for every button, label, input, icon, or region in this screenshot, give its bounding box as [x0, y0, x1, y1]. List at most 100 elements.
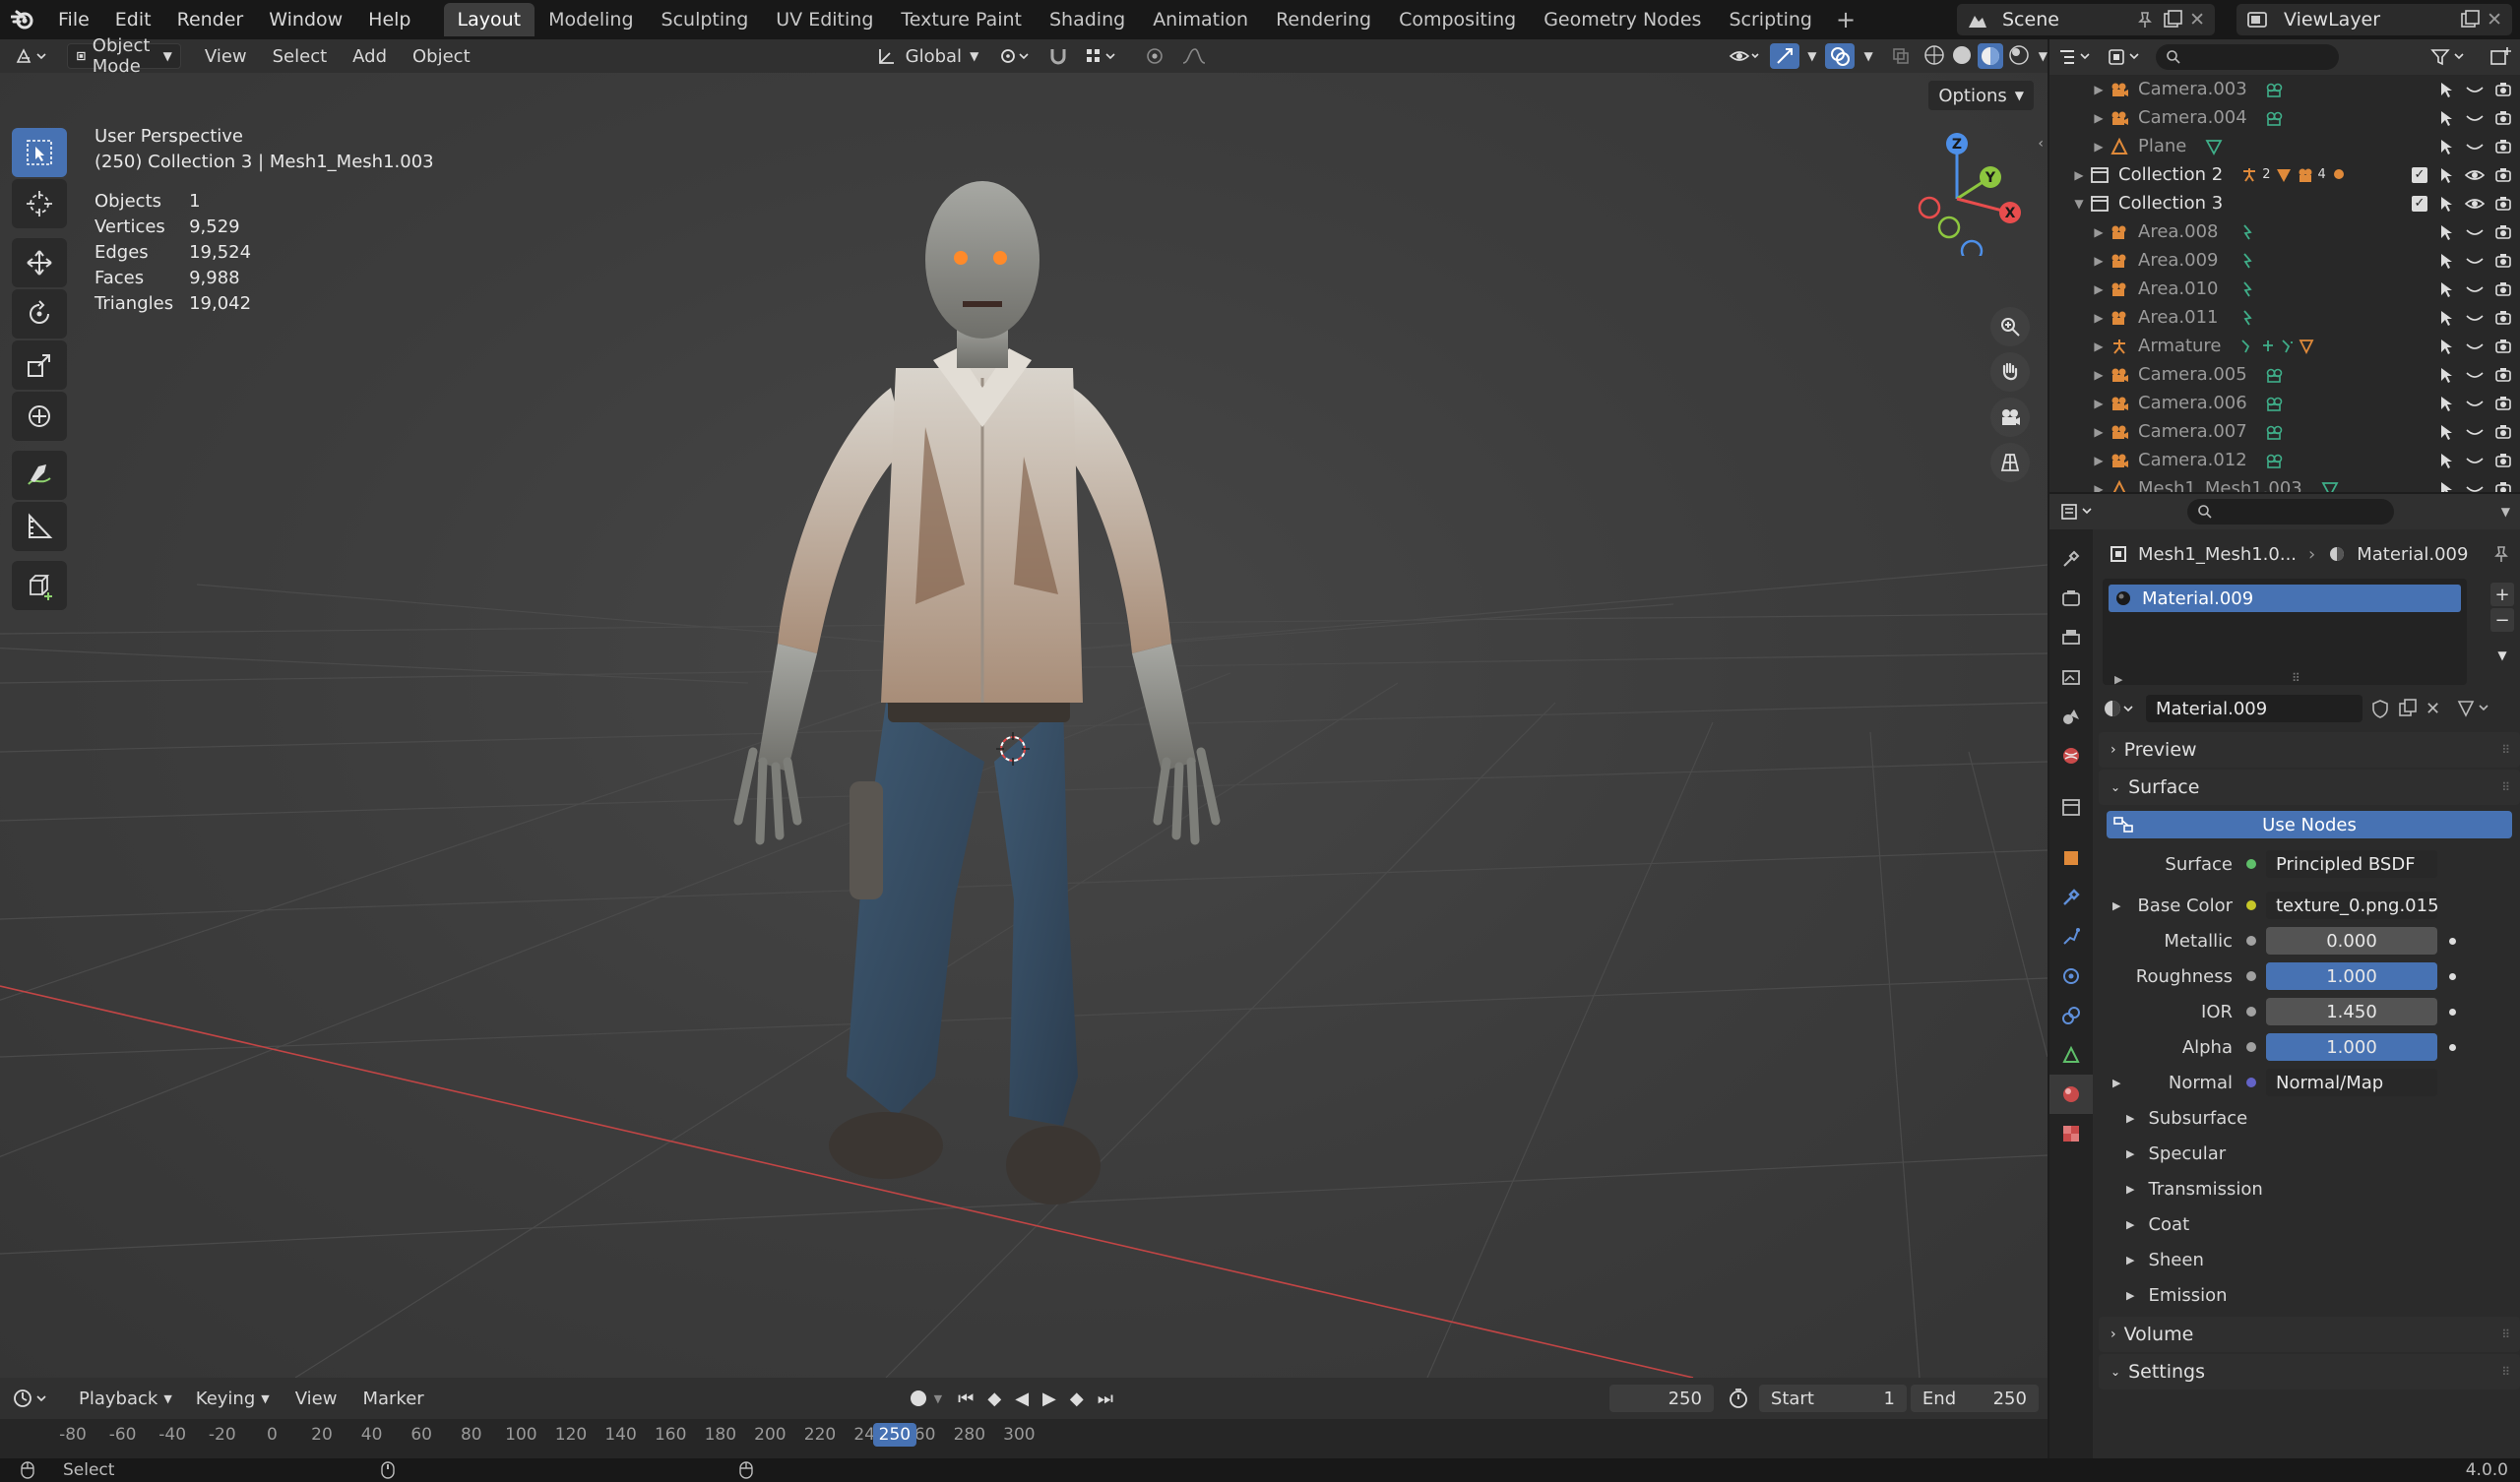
- eye-closed-icon[interactable]: [2465, 310, 2485, 326]
- jump-to-keyframe-next-icon[interactable]: ◆: [1070, 1389, 1084, 1409]
- render-camera-icon[interactable]: [2494, 281, 2512, 297]
- fake-user-shield-icon[interactable]: [2368, 698, 2392, 719]
- playhead[interactable]: 250: [872, 1423, 916, 1447]
- zombie-character-model[interactable]: [669, 132, 1358, 1273]
- outliner-object-row[interactable]: ▶ Area.010: [2049, 275, 2520, 303]
- outliner-object-row[interactable]: ▶ Camera.006: [2049, 389, 2520, 417]
- outliner-collection-row[interactable]: ▼ Collection 3 ✓: [2049, 189, 2520, 217]
- bsdf-input-slider[interactable]: 0.000: [2266, 927, 2437, 955]
- start-frame-field[interactable]: Start 1: [1758, 1385, 1907, 1412]
- options-dropdown[interactable]: Options ▼: [1928, 81, 2034, 110]
- tab-texture-paint[interactable]: Texture Paint: [887, 3, 1036, 36]
- outliner-collection-row[interactable]: ▶ Collection 2 2 4 ✓: [2049, 160, 2520, 189]
- menu-select[interactable]: Select: [265, 43, 336, 69]
- expand-arrow-icon[interactable]: ▶: [2089, 425, 2109, 439]
- material-name-field[interactable]: Material.009: [2146, 695, 2362, 722]
- tab-shading[interactable]: Shading: [1036, 3, 1139, 36]
- menu-edit[interactable]: Edit: [102, 0, 164, 39]
- scale-tool[interactable]: [12, 340, 67, 390]
- cursor-tool[interactable]: [12, 179, 67, 228]
- selectable-arrow-icon[interactable]: [2437, 423, 2455, 441]
- render-camera-icon[interactable]: [2494, 396, 2512, 411]
- render-camera-icon[interactable]: [2494, 424, 2512, 440]
- current-frame-field[interactable]: 250: [1608, 1385, 1714, 1412]
- browse-material-icon[interactable]: [2103, 697, 2142, 720]
- slot-list-resize-handle[interactable]: ⠿: [2292, 671, 2300, 685]
- selectable-arrow-icon[interactable]: [2437, 195, 2455, 213]
- render-camera-icon[interactable]: [2494, 339, 2512, 354]
- visibility-dropdown[interactable]: [1721, 43, 1770, 69]
- slot-add-button[interactable]: +: [2490, 583, 2514, 606]
- pin-icon[interactable]: [2136, 11, 2154, 29]
- drag-handle-icon[interactable]: ⠿: [2501, 1365, 2510, 1379]
- outliner-object-row[interactable]: ▶ Mesh1_Mesh1.003: [2049, 474, 2520, 492]
- camera-data-icon[interactable]: [2265, 109, 2285, 127]
- editor-type-button[interactable]: [8, 43, 59, 69]
- selectable-arrow-icon[interactable]: [2437, 223, 2455, 241]
- outliner-object-row[interactable]: ▶ Camera.012: [2049, 446, 2520, 474]
- render-camera-icon[interactable]: [2494, 196, 2512, 212]
- eye-closed-icon[interactable]: [2465, 481, 2485, 493]
- eye-closed-icon[interactable]: [2465, 253, 2485, 269]
- zoom-button[interactable]: [1990, 307, 2030, 346]
- rotate-tool[interactable]: [12, 289, 67, 339]
- chevron-down-icon[interactable]: ▼: [2039, 49, 2048, 63]
- tab-collection[interactable]: [2049, 787, 2093, 827]
- eye-icon[interactable]: [2465, 196, 2485, 212]
- surface-shader-field[interactable]: Principled BSDF: [2266, 850, 2437, 878]
- surface-panel-header[interactable]: ⌄ Surface ⠿: [2099, 770, 2520, 805]
- keyframe-dot-icon[interactable]: [2449, 972, 2456, 980]
- new-collection-icon[interactable]: [2488, 46, 2512, 68]
- selectable-arrow-icon[interactable]: [2437, 452, 2455, 469]
- menu-keying[interactable]: Keying ▼: [188, 1386, 278, 1411]
- menu-object[interactable]: Object: [405, 43, 478, 69]
- expand-arrow-icon[interactable]: ▶: [2089, 454, 2109, 467]
- camera-data-icon[interactable]: [2265, 81, 2285, 98]
- preview-panel-header[interactable]: › Preview ⠿: [2099, 732, 2520, 768]
- render-camera-icon[interactable]: [2494, 453, 2512, 468]
- gizmo-toggle[interactable]: [1770, 43, 1800, 69]
- selectable-arrow-icon[interactable]: [2437, 109, 2455, 127]
- tab-constraints[interactable]: [2049, 996, 2093, 1035]
- outliner-object-row[interactable]: ▶ Camera.003: [2049, 75, 2520, 103]
- measure-tool[interactable]: [12, 502, 67, 551]
- eye-closed-icon[interactable]: [2465, 396, 2485, 411]
- bsdf-subpanel[interactable]: ▶ Subsurface: [2099, 1100, 2520, 1136]
- outliner-search-input[interactable]: [2156, 44, 2339, 70]
- menu-file[interactable]: File: [45, 0, 102, 39]
- move-tool[interactable]: [12, 238, 67, 287]
- menu-timeline-view[interactable]: View: [287, 1386, 346, 1411]
- expand-arrow-icon[interactable]: ▶: [2089, 368, 2109, 382]
- expand-arrow-icon[interactable]: ▶: [2089, 482, 2109, 493]
- display-mode-icon[interactable]: [2107, 46, 2146, 68]
- jump-to-start-icon[interactable]: ⏮: [958, 1389, 974, 1409]
- tab-animation[interactable]: Animation: [1139, 3, 1262, 36]
- outliner-object-row[interactable]: ▶ Camera.007: [2049, 417, 2520, 446]
- outliner-object-row[interactable]: ▶ Camera.004: [2049, 103, 2520, 132]
- slot-list-expand-arrow[interactable]: ▶: [2114, 673, 2122, 686]
- rendered-shading-icon[interactable]: [2007, 43, 2031, 67]
- selectable-arrow-icon[interactable]: [2437, 309, 2455, 327]
- collection-children-summary[interactable]: 24: [2240, 166, 2348, 184]
- tab-geometry-nodes[interactable]: Geometry Nodes: [1530, 3, 1715, 36]
- eye-closed-icon[interactable]: [2465, 224, 2485, 240]
- tab-modifiers[interactable]: [2049, 878, 2093, 917]
- armature-data-icon[interactable]: [2239, 338, 2318, 355]
- drag-handle-icon[interactable]: ⠿: [2501, 1328, 2510, 1341]
- jump-to-end-icon[interactable]: ⏭: [1098, 1389, 1113, 1409]
- expand-arrow-icon[interactable]: ▶: [2089, 254, 2109, 268]
- selectable-arrow-icon[interactable]: [2437, 81, 2455, 98]
- eye-closed-icon[interactable]: [2465, 339, 2485, 354]
- selectable-arrow-icon[interactable]: [2437, 252, 2455, 270]
- 3d-cursor-icon[interactable]: [996, 732, 1030, 766]
- render-camera-icon[interactable]: [2494, 367, 2512, 383]
- transform-tool[interactable]: [12, 392, 67, 441]
- material-type-icon[interactable]: [2456, 698, 2495, 719]
- annotate-tool[interactable]: [12, 451, 67, 500]
- tab-particles[interactable]: [2049, 917, 2093, 957]
- pivot-point-button[interactable]: [990, 43, 1040, 69]
- drag-handle-icon[interactable]: ⠿: [2501, 743, 2510, 757]
- mesh-data-icon[interactable]: [2204, 138, 2224, 155]
- selectable-arrow-icon[interactable]: [2437, 395, 2455, 412]
- drag-handle-icon[interactable]: ⠿: [2501, 780, 2510, 794]
